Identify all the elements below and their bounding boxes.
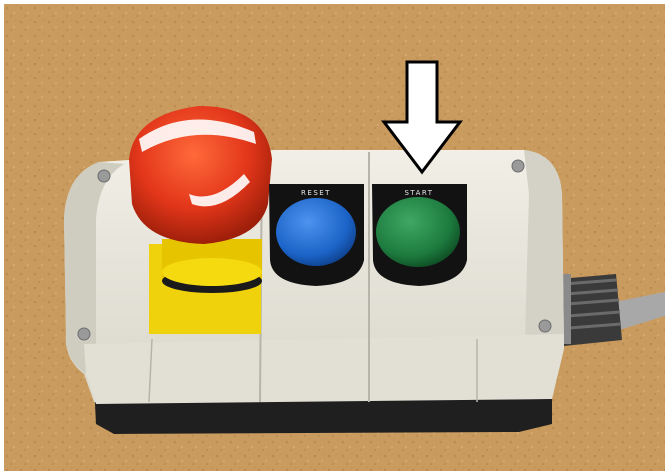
control-station-photo: RESET START [4, 4, 665, 471]
photo-frame: RESET START [4, 4, 665, 471]
start-label: START [404, 189, 433, 197]
reset-label: RESET [301, 189, 331, 197]
start-button[interactable]: START [372, 184, 467, 286]
reset-button[interactable]: RESET [269, 184, 364, 286]
emergency-stop-button[interactable] [129, 106, 272, 334]
